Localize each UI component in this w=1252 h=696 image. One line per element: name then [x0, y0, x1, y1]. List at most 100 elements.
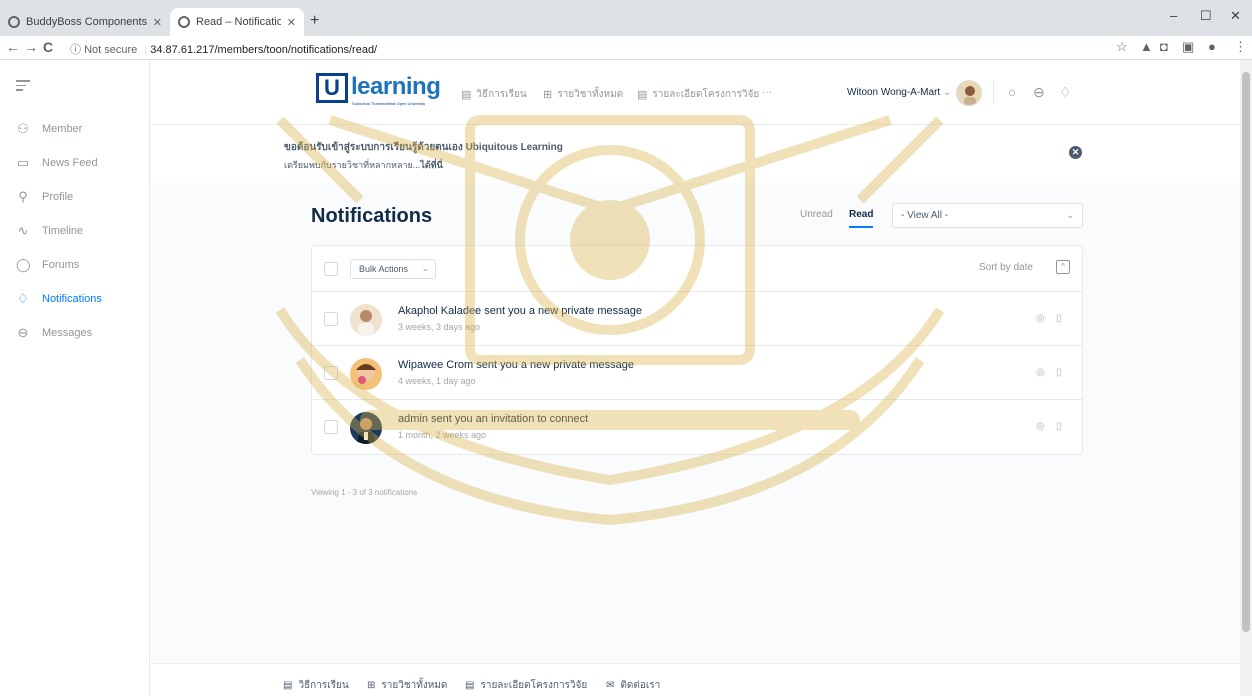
mail-icon: ✉ [606, 680, 615, 691]
logo-text: learning [351, 73, 441, 100]
avatar[interactable] [350, 304, 382, 336]
sidebar-item-messages[interactable]: ⊖ Messages [16, 325, 93, 341]
trash-icon[interactable]: ▯ [1056, 313, 1062, 324]
nav-more[interactable]: ··· [762, 87, 772, 98]
account-icon[interactable]: ● [1208, 39, 1216, 54]
activity-icon: ∿ [17, 223, 29, 238]
tab-read[interactable]: Read [849, 209, 873, 228]
bulk-actions-select[interactable]: Bulk Actions ⌄ [350, 259, 436, 279]
notifications-toolbar: Bulk Actions ⌄ Sort by date ^ [312, 246, 1082, 292]
new-tab-button[interactable]: + [310, 12, 319, 30]
sidebar-item-timeline[interactable]: ∿ Timeline [16, 223, 84, 239]
extension-icon[interactable]: ◘ [1160, 39, 1168, 54]
left-sidebar: ⚇ Member ▭ News Feed ⚲ Profile ∿ Timelin… [0, 60, 150, 696]
list-item: Akaphol Kaladee sent you a new private m… [312, 292, 1082, 346]
sidebar-item-label: Notifications [42, 293, 102, 305]
bell-icon[interactable]: ♢ [1059, 84, 1072, 101]
avatar-image [964, 86, 976, 105]
eye-icon[interactable]: ◎ [1036, 313, 1045, 324]
footer-link-research-details[interactable]: ▤ รายละเอียดโครงการวิจัย [465, 678, 587, 693]
footer-link-how-to-learn[interactable]: ▤ วิธีการเรียน [283, 678, 349, 693]
close-window-button[interactable]: ✕ [1230, 8, 1241, 24]
select-all-checkbox[interactable] [324, 262, 338, 276]
notifications-card: Bulk Actions ⌄ Sort by date ^ Akaphol Ka… [311, 245, 1083, 455]
main-content: Notifications Unread Read - View All - ⌄… [151, 183, 1240, 663]
select-value: - View All - [901, 210, 949, 221]
hamburger-menu-icon[interactable] [16, 80, 30, 94]
row-checkbox[interactable] [324, 366, 338, 380]
chevron-down-icon: ⌄ [421, 263, 429, 273]
tab-unread[interactable]: Unread [800, 209, 833, 220]
row-checkbox[interactable] [324, 312, 338, 326]
browser-tab-active[interactable]: Read – Notifications – Witoon W ✕ [170, 8, 304, 36]
browser-tab-bar: BuddyBoss Components - U-Lea ✕ Read – No… [0, 0, 1252, 36]
sidebar-item-profile[interactable]: ⚲ Profile [16, 189, 73, 205]
url-field[interactable]: ⓘ Not secure | 34.87.61.217/members/toon… [70, 41, 377, 57]
document-icon: ▤ [283, 680, 293, 691]
row-checkbox[interactable] [324, 420, 338, 434]
sidebar-item-forums[interactable]: ◯ Forums [16, 257, 79, 273]
url-text: 34.87.61.217/members/toon/notifications/… [150, 44, 378, 56]
search-icon[interactable]: ○ [1008, 84, 1016, 100]
news-feed-icon: ▭ [16, 155, 30, 170]
forward-button[interactable]: → [24, 39, 38, 55]
nav-label: รายวิชาทั้งหมด [557, 89, 624, 100]
avatar-image [350, 358, 382, 390]
list-item: Wipawee Crom sent you a new private mess… [312, 346, 1082, 400]
notification-text[interactable]: admin sent you an invitation to connect [398, 413, 588, 425]
nav-link-how-to-learn[interactable]: ▤ วิธีการเรียน [461, 87, 527, 102]
logo-mark: U [316, 73, 348, 103]
notification-text[interactable]: Akaphol Kaladee sent you a new private m… [398, 305, 642, 317]
eye-icon[interactable]: ◎ [1036, 421, 1045, 432]
browser-tab[interactable]: BuddyBoss Components - U-Lea ✕ [0, 8, 170, 36]
info-icon[interactable]: ⓘ [70, 44, 81, 56]
divider [993, 80, 994, 104]
avatar[interactable] [350, 412, 382, 444]
close-tab-icon[interactable]: ✕ [287, 16, 296, 29]
address-bar: ← → C ⓘ Not secure | 34.87.61.217/member… [0, 36, 1252, 60]
eye-icon[interactable]: ◎ [1036, 367, 1045, 378]
footer-link-label: รายวิชาทั้งหมด [381, 680, 448, 691]
footer-link-label: รายละเอียดโครงการวิจัย [480, 680, 588, 691]
footer-link-label: วิธีการเรียน [298, 680, 349, 691]
star-icon[interactable]: ☆ [1116, 39, 1128, 55]
avatar[interactable] [350, 358, 382, 390]
trash-icon[interactable]: ▯ [1056, 421, 1062, 432]
sort-toggle-button[interactable]: ^ [1056, 260, 1070, 274]
close-tab-icon[interactable]: ✕ [153, 16, 162, 29]
sidebar-item-news-feed[interactable]: ▭ News Feed [16, 155, 98, 171]
extension-icon[interactable]: ▲ [1140, 39, 1153, 54]
footer-link-all-courses[interactable]: ⊞ รายวิชาทั้งหมด [367, 678, 447, 693]
notification-text[interactable]: Wipawee Crom sent you a new private mess… [398, 359, 634, 371]
pagination-summary: Viewing 1 - 3 of 3 notifications [311, 488, 418, 497]
footer-link-contact[interactable]: ✉ ติดต่อเรา [606, 678, 660, 693]
maximize-button[interactable]: ☐ [1200, 8, 1212, 24]
scrollbar-thumb[interactable] [1242, 72, 1250, 632]
reload-button[interactable]: C [43, 39, 53, 55]
site-logo[interactable]: U learning Sukhothai Thammathirat Open U… [316, 73, 441, 106]
menu-kebab-icon[interactable]: ⋮ [1234, 39, 1247, 55]
trash-icon[interactable]: ▯ [1056, 367, 1062, 378]
nav-label: วิธีการเรียน [476, 89, 527, 100]
view-filter-select[interactable]: - View All - ⌄ [892, 203, 1083, 228]
nav-label: รายละเอียดโครงการวิจัย [652, 89, 760, 100]
avatar[interactable] [956, 80, 982, 106]
page-scrollbar[interactable] [1240, 60, 1252, 696]
banner-title: ขอต้อนรับเข้าสู่ระบบการเรียนรู้ด้วยตนเอง… [284, 142, 563, 153]
grid-icon: ⊞ [367, 680, 376, 691]
sidebar-item-notifications[interactable]: ♢ Notifications [16, 291, 102, 307]
sidebar-item-member[interactable]: ⚇ Member [16, 121, 82, 137]
user-icon: ⚲ [18, 189, 28, 204]
avatar-image [350, 304, 382, 336]
banner-link[interactable]: ได้ที่นี่ [420, 160, 442, 170]
back-button[interactable]: ← [6, 39, 20, 55]
nav-link-research-details[interactable]: ▤ รายละเอียดโครงการวิจัย [637, 87, 759, 102]
banner-subtitle: เตรียมพบกับรายวิชาที่หลากหลาย...ได้ที่นี… [284, 158, 443, 172]
close-icon[interactable]: ✕ [1069, 146, 1082, 159]
user-menu[interactable]: Witoon Wong-A-Mart ⌄ [847, 87, 951, 98]
users-icon: ⚇ [17, 121, 29, 136]
inbox-icon[interactable]: ⊖ [1033, 84, 1045, 101]
minimize-button[interactable]: – [1170, 8, 1177, 23]
extension-icon[interactable]: ▣ [1182, 39, 1194, 55]
nav-link-all-courses[interactable]: ⊞ รายวิชาทั้งหมด [543, 87, 623, 102]
